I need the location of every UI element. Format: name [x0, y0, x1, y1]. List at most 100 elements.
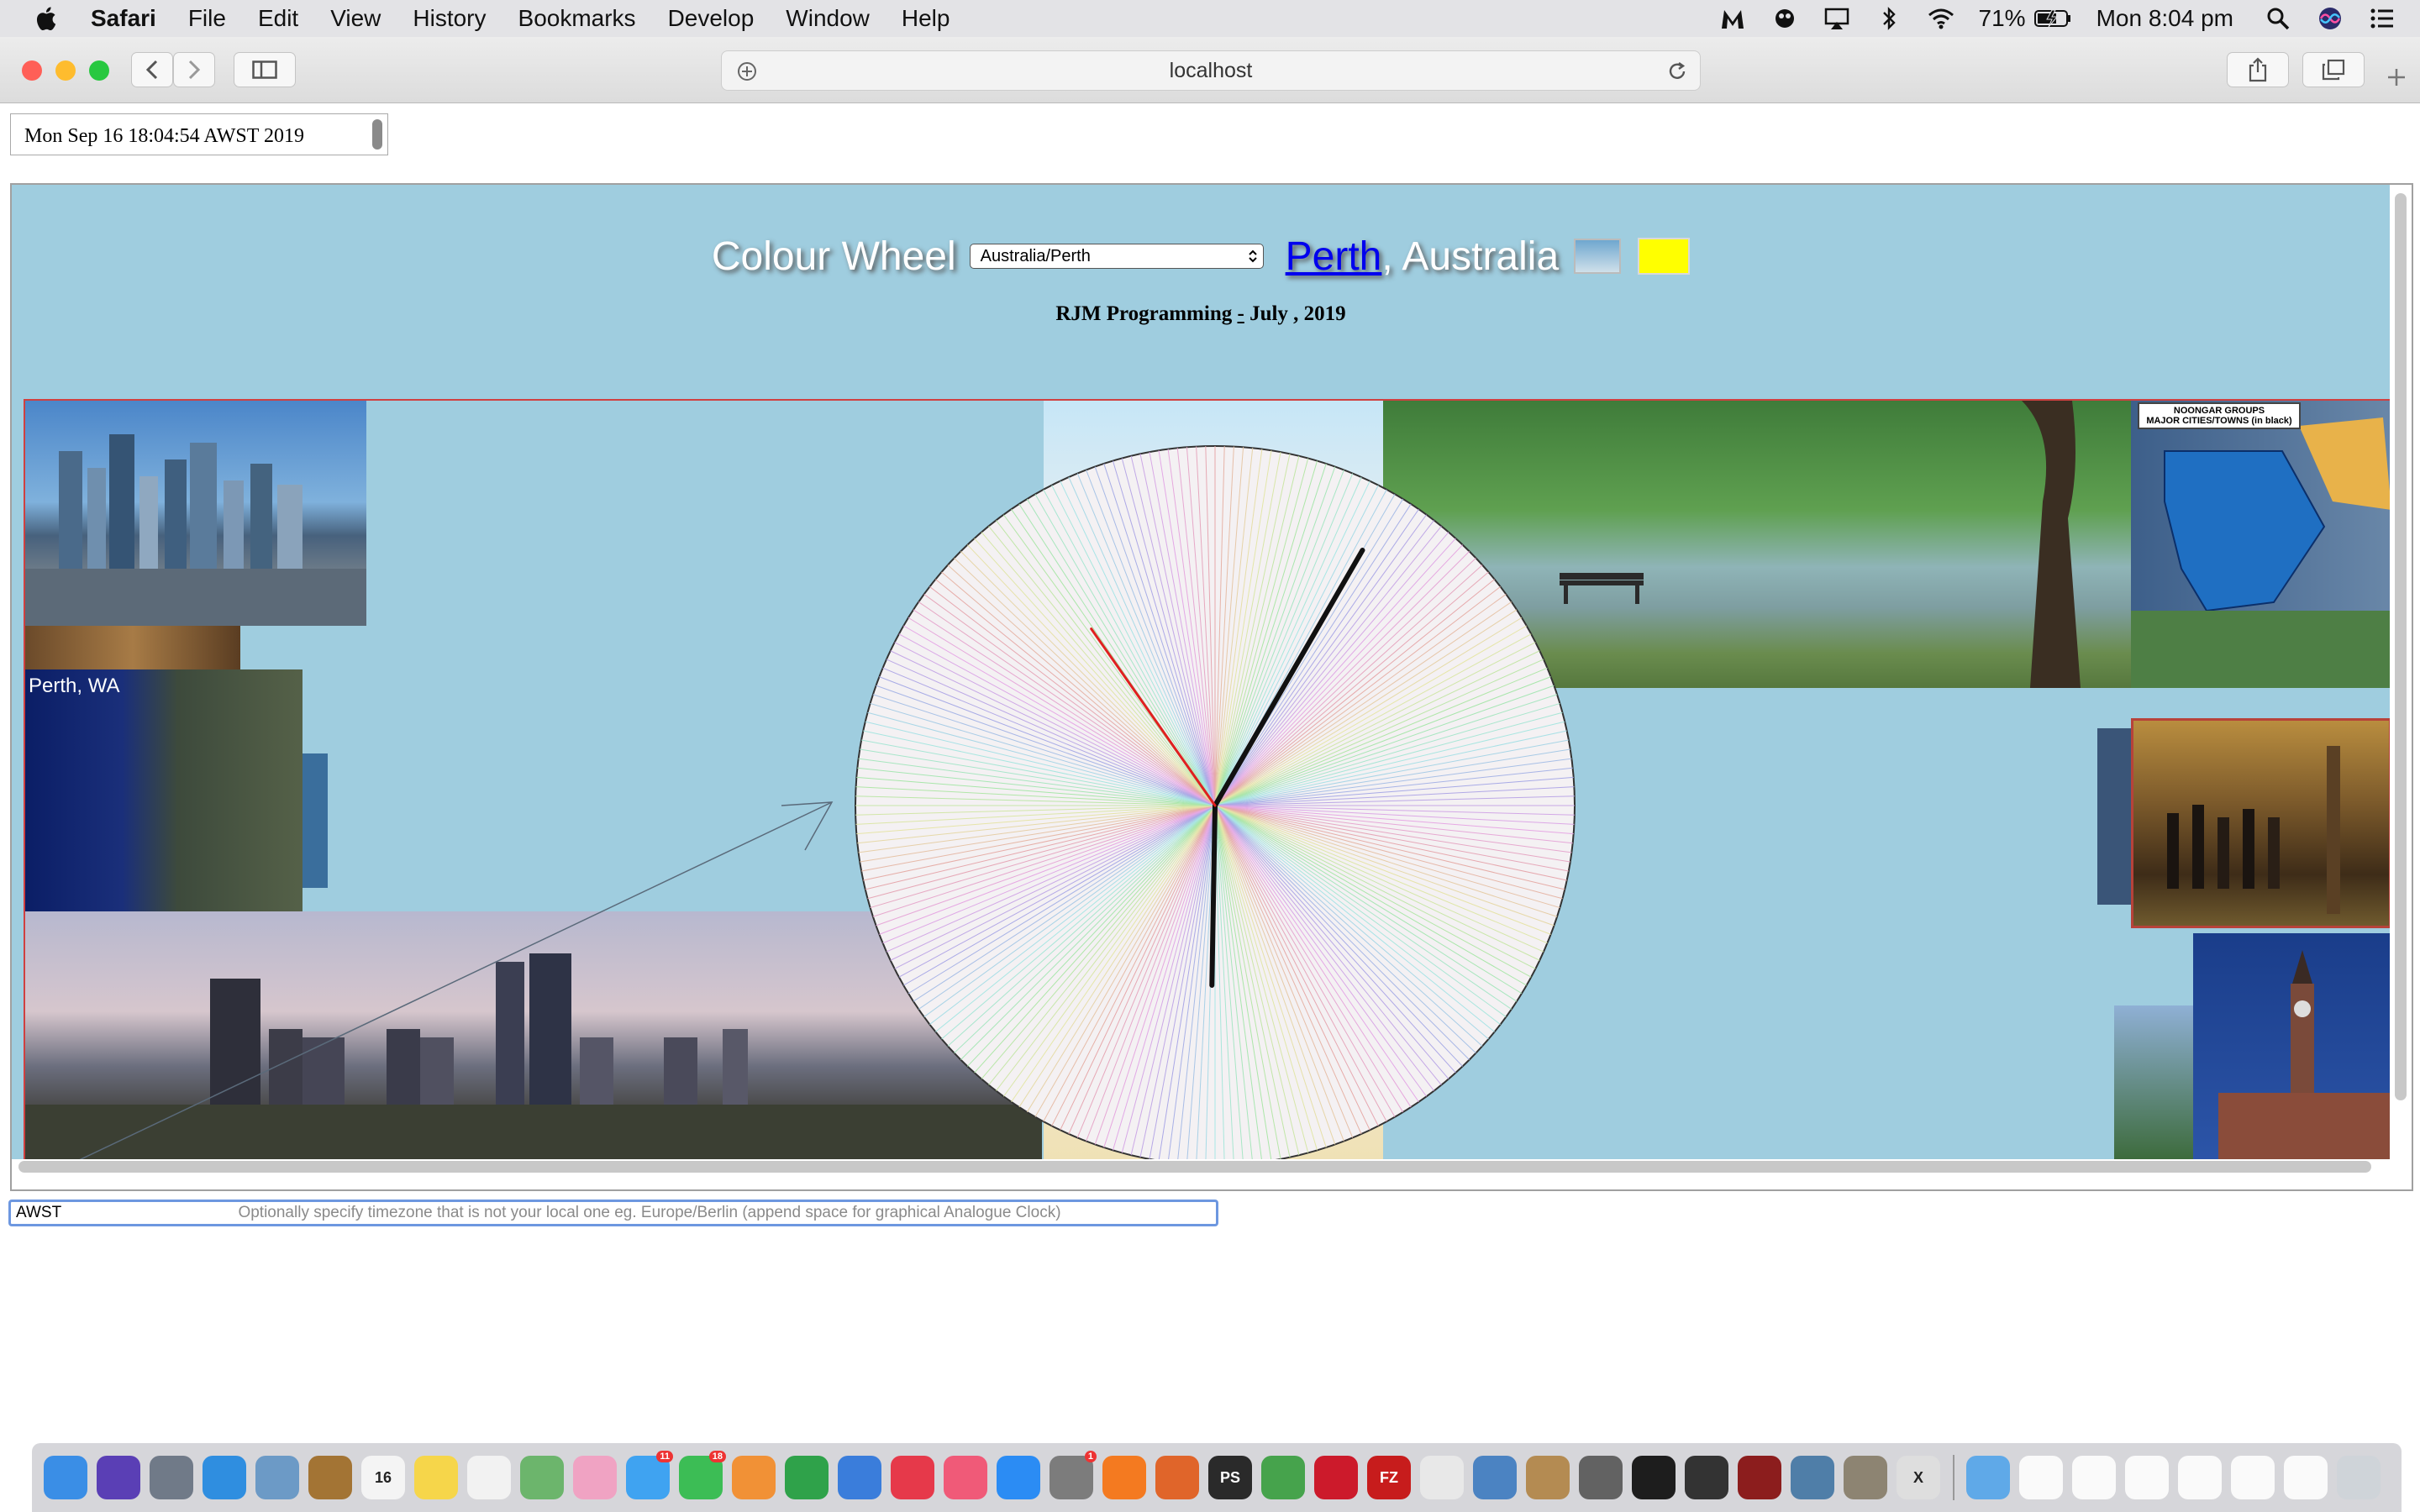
- airplay-icon[interactable]: [1823, 6, 1851, 31]
- city-link[interactable]: Perth: [1286, 234, 1382, 280]
- colour-swatch[interactable]: [1638, 238, 1691, 275]
- dock-pages-icon[interactable]: [732, 1456, 776, 1499]
- menu-view[interactable]: View: [330, 5, 381, 32]
- dock-reminders-icon[interactable]: [467, 1456, 511, 1499]
- battery-icon[interactable]: [2033, 6, 2073, 31]
- menu-history[interactable]: History: [413, 5, 486, 32]
- dock-notefile-icon[interactable]: [308, 1456, 352, 1499]
- tree-photo[interactable]: [2114, 1005, 2193, 1159]
- timezone-input[interactable]: AWST Optionally specify timezone that is…: [8, 1200, 1218, 1226]
- bluetooth-icon[interactable]: [1875, 6, 1903, 31]
- dock-sequel-pro-icon[interactable]: [1420, 1456, 1464, 1499]
- dock-downloads-folder-icon[interactable]: [1966, 1456, 2010, 1499]
- menu-help[interactable]: Help: [902, 5, 950, 32]
- dock-phpstorm-icon[interactable]: PS: [1208, 1456, 1252, 1499]
- dock-messages-icon[interactable]: 11: [626, 1451, 673, 1499]
- narrow-painting-photo[interactable]: [2097, 728, 2131, 905]
- forward-button[interactable]: [173, 52, 215, 87]
- dock-system-preferences-icon[interactable]: 1: [1050, 1451, 1097, 1499]
- dock-maps-icon[interactable]: [520, 1456, 564, 1499]
- dock-facetime-icon[interactable]: 18: [679, 1451, 726, 1499]
- zoom-window-button[interactable]: [89, 60, 109, 81]
- dock-calendar-icon[interactable]: 16: [361, 1456, 405, 1499]
- menu-bookmarks[interactable]: Bookmarks: [518, 5, 636, 32]
- spotlight-icon[interactable]: [2264, 6, 2292, 31]
- dock-wireshark-icon[interactable]: [1473, 1456, 1517, 1499]
- horizontal-scrollbar[interactable]: [18, 1161, 2371, 1173]
- hour-hand: [1209, 803, 1218, 988]
- timezone-select[interactable]: Australia/Perth: [969, 244, 1264, 269]
- dock-xquartz-icon[interactable]: X: [1897, 1456, 1940, 1499]
- menu-develop[interactable]: Develop: [668, 5, 755, 32]
- dock-finder-icon[interactable]: [44, 1456, 87, 1499]
- dock-numbers-icon[interactable]: [785, 1456, 829, 1499]
- dock-firefox-icon[interactable]: [1155, 1456, 1199, 1499]
- noongar-title: NOONGAR GROUPS: [2173, 406, 2265, 416]
- address-bar[interactable]: localhost: [721, 50, 1701, 91]
- show-tabs-button[interactable]: [2302, 52, 2365, 87]
- dock-window-2-icon[interactable]: [2072, 1456, 2116, 1499]
- datetime-scrollbar[interactable]: [372, 119, 382, 150]
- dock-keynote-icon[interactable]: [838, 1456, 881, 1499]
- dock-image-capture-icon[interactable]: [1791, 1456, 1834, 1499]
- dock-app-store-icon[interactable]: [997, 1456, 1040, 1499]
- close-window-button[interactable]: [22, 60, 42, 81]
- town-hall-photo[interactable]: [2193, 933, 2390, 1159]
- dock-script-editor-icon[interactable]: [1526, 1456, 1570, 1499]
- reload-icon[interactable]: [1666, 60, 1688, 82]
- siri-icon[interactable]: [2316, 6, 2344, 31]
- historic-painting-photo[interactable]: [2131, 718, 2390, 928]
- malwarebytes-icon[interactable]: [1718, 6, 1747, 31]
- dock-siri-icon[interactable]: [97, 1456, 140, 1499]
- flag-image[interactable]: [1574, 239, 1622, 274]
- dock-photos-icon[interactable]: [573, 1456, 617, 1499]
- add-bookmark-icon[interactable]: [737, 61, 757, 81]
- dock-news-icon[interactable]: [891, 1456, 934, 1499]
- dock-gimp-icon[interactable]: [1844, 1456, 1887, 1499]
- menu-file[interactable]: File: [188, 5, 226, 32]
- dock-opera-icon[interactable]: [1314, 1456, 1358, 1499]
- apple-icon[interactable]: [34, 5, 57, 32]
- notification-center-icon[interactable]: [2368, 6, 2396, 31]
- menubar-clock[interactable]: Mon 8:04 pm: [2096, 5, 2233, 32]
- select-arrows-icon: [1248, 249, 1257, 263]
- park-right-photo[interactable]: [2131, 611, 2390, 688]
- dock-trash-icon[interactable]: [2337, 1456, 2381, 1499]
- dock-filezilla-icon[interactable]: FZ: [1367, 1456, 1411, 1499]
- minimize-window-button[interactable]: [55, 60, 76, 81]
- dock-window-1-icon[interactable]: [2019, 1456, 2063, 1499]
- dock-photo-booth-icon[interactable]: [1738, 1456, 1781, 1499]
- vertical-scrollbar[interactable]: [2395, 193, 2407, 1100]
- dock-window-5-icon[interactable]: [2231, 1456, 2275, 1499]
- byline-dash-link[interactable]: -: [1237, 302, 1244, 325]
- dock-terminal-icon[interactable]: [1632, 1456, 1676, 1499]
- dock-chrome-icon[interactable]: [1261, 1456, 1305, 1499]
- dock-window-3-icon[interactable]: [2125, 1456, 2169, 1499]
- chevron-right-icon: [188, 60, 201, 80]
- noongar-map-graphic: [2164, 417, 2390, 611]
- dock-notes-icon[interactable]: [414, 1456, 458, 1499]
- dock-window-4-icon[interactable]: [2178, 1456, 2222, 1499]
- dock-launchpad-icon[interactable]: [150, 1456, 193, 1499]
- new-tab-button[interactable]: [2378, 60, 2415, 94]
- dock-inkscape-icon[interactable]: [1685, 1456, 1728, 1499]
- back-button[interactable]: [131, 52, 173, 87]
- dock-safari-icon[interactable]: [203, 1456, 246, 1499]
- pointer-arrow: [79, 801, 834, 1159]
- colour-wheel-clock[interactable]: [837, 428, 1593, 1159]
- wifi-icon[interactable]: [1927, 6, 1955, 31]
- dock-preview-icon[interactable]: [255, 1456, 299, 1499]
- menu-window[interactable]: Window: [786, 5, 870, 32]
- dock-music-icon[interactable]: [944, 1456, 987, 1499]
- menu-safari[interactable]: Safari: [91, 5, 156, 32]
- noongar-groups-map[interactable]: NOONGAR GROUPS MAJOR CITIES/TOWNS (in bl…: [2131, 401, 2390, 611]
- share-button[interactable]: [2227, 52, 2289, 87]
- dock-avast-icon[interactable]: [1102, 1456, 1146, 1499]
- datetime-textarea[interactable]: Mon Sep 16 18:04:54 AWST 2019: [10, 113, 388, 155]
- scratch-icon[interactable]: [1770, 6, 1799, 31]
- menu-edit[interactable]: Edit: [258, 5, 298, 32]
- dock-automator-icon[interactable]: [1579, 1456, 1623, 1499]
- painting-graphic: [2167, 746, 2340, 914]
- dock-window-6-icon[interactable]: [2284, 1456, 2328, 1499]
- sidebar-toggle-button[interactable]: [234, 52, 296, 87]
